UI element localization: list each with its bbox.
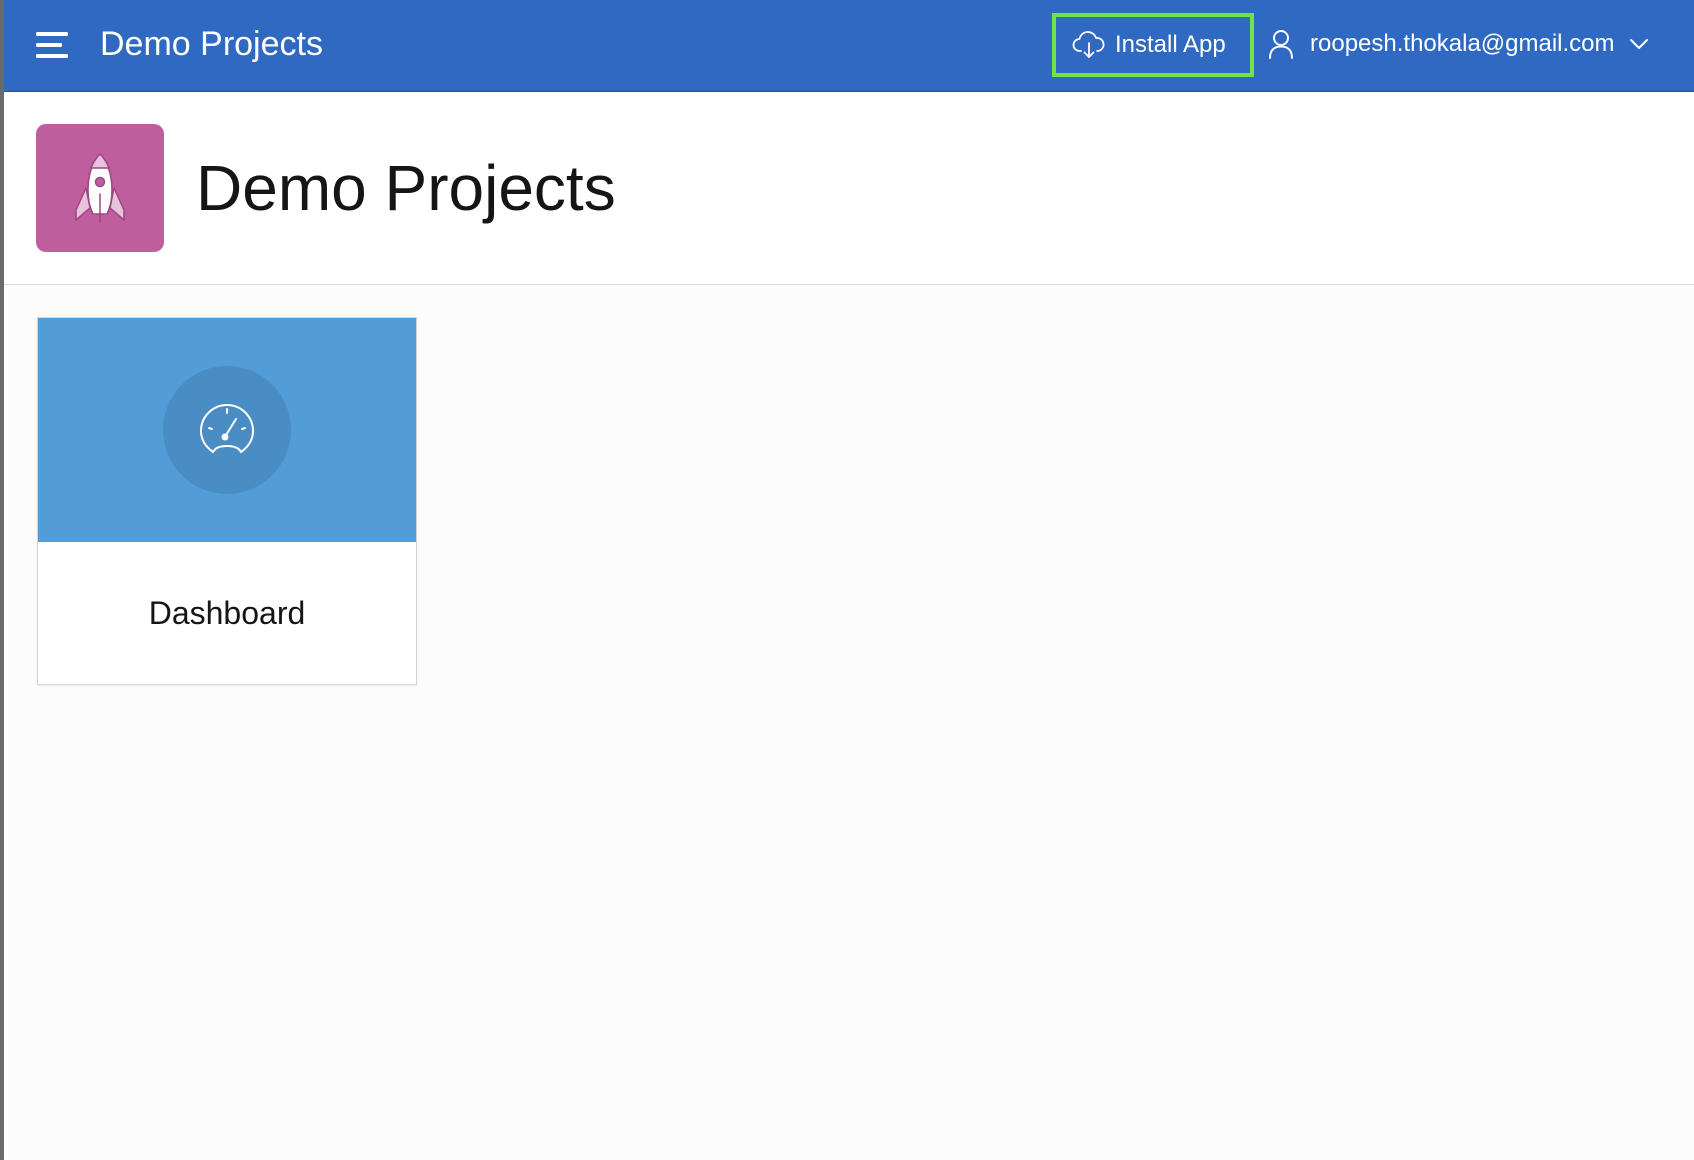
card-label: Dashboard	[148, 594, 306, 631]
speedometer-icon	[163, 366, 291, 494]
page-title: Demo Projects	[196, 152, 616, 224]
card-header	[38, 318, 416, 542]
rocket-icon	[36, 124, 164, 252]
cloud-download-icon	[1071, 27, 1107, 63]
install-app-label: Install App	[1115, 31, 1226, 58]
hamburger-menu-button[interactable]	[30, 27, 74, 63]
hamburger-menu-icon	[36, 32, 68, 58]
dashboard-card[interactable]: Dashboard	[37, 317, 417, 685]
install-app-button[interactable]: Install App	[1052, 13, 1254, 77]
window-left-border	[0, 0, 4, 1160]
user-icon	[1266, 27, 1296, 61]
app-title[interactable]: Demo Projects	[100, 22, 323, 66]
chevron-down-icon	[1627, 32, 1651, 56]
user-email: roopesh.thokala@gmail.com	[1310, 30, 1615, 57]
page: Demo Projects Install App roopesh.thokal…	[0, 0, 1694, 1160]
top-navigation-bar: Demo Projects Install App roopesh.thokal…	[0, 0, 1694, 92]
page-hero: Demo Projects	[4, 92, 1694, 285]
user-menu[interactable]: roopesh.thokala@gmail.com	[1266, 22, 1651, 66]
